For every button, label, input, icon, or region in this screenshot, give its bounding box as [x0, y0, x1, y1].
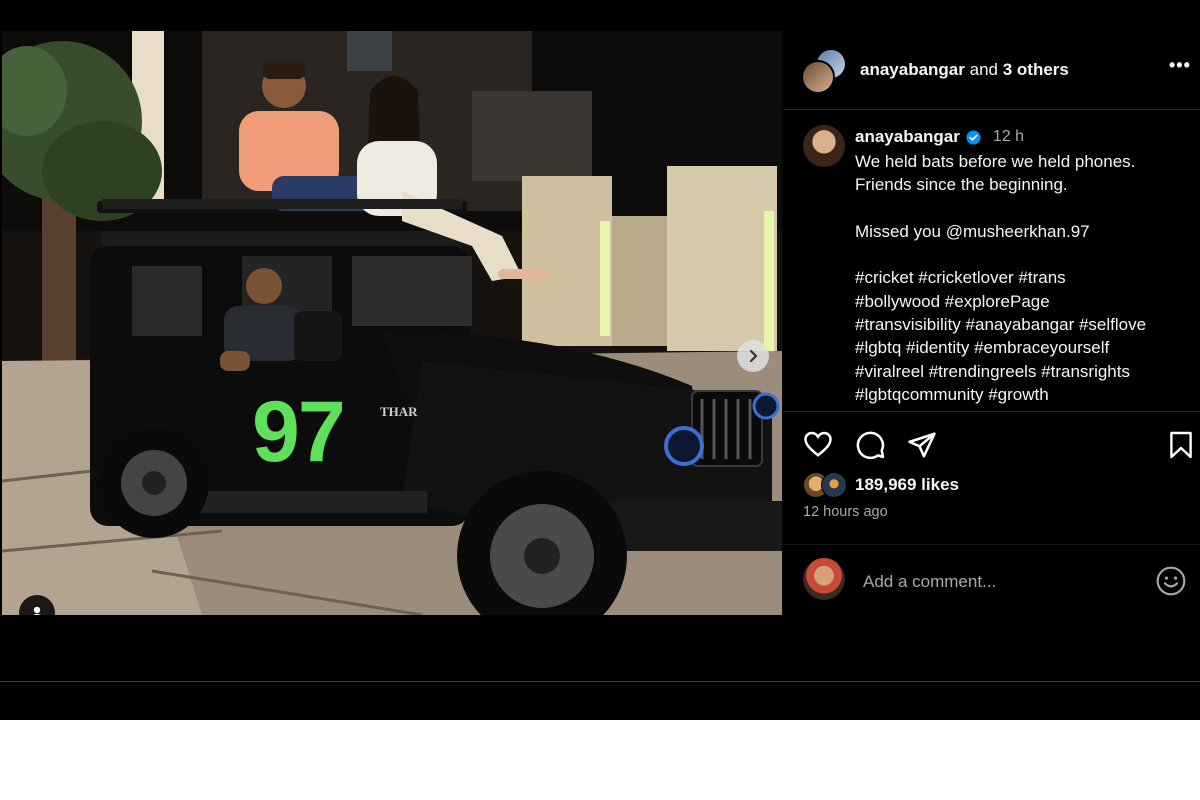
bookmark-icon[interactable] [1169, 430, 1193, 460]
caption-mention[interactable]: Missed you @musheerkhan.97 [855, 220, 1185, 243]
avatar[interactable] [801, 60, 835, 94]
next-arrow-icon [749, 349, 758, 363]
post-photo[interactable]: 97 THAR [2, 31, 782, 615]
caption-header: anayabangar 12 h [855, 127, 1024, 147]
and-text: and [969, 60, 998, 79]
likes-row[interactable]: 189,969 likes [803, 472, 959, 498]
author-username[interactable]: anayabangar [860, 60, 965, 79]
more-options-button[interactable]: ••• [1169, 56, 1193, 79]
post-modal: 97 THAR anayabangar and 3 others ••• ana… [0, 0, 1200, 720]
post-header: anayabangar and 3 others ••• [783, 31, 1200, 110]
post-actions: 189,969 likes 12 hours ago [783, 411, 1200, 616]
caption-text: We held bats before we held phones. Frie… [855, 150, 1185, 407]
caption-time: 12 h [992, 128, 1025, 145]
caption-section: anayabangar 12 h We held bats before we … [783, 110, 1200, 410]
caption-username[interactable]: anayabangar [855, 127, 960, 147]
user-tag-icon [33, 606, 41, 615]
others-link[interactable]: 3 others [1003, 60, 1069, 79]
comment-icon[interactable] [856, 430, 886, 460]
divider [0, 681, 1200, 682]
verified-icon [966, 129, 981, 145]
emoji-icon[interactable] [1155, 565, 1187, 597]
liker-avatars [803, 472, 847, 498]
hashtag-line[interactable]: #lgbtqcommunity #growth [855, 383, 1185, 406]
comment-input[interactable] [861, 567, 1145, 597]
more-icon: ••• [1169, 55, 1191, 75]
avatar[interactable] [803, 125, 845, 167]
comment-composer [783, 544, 1200, 617]
likes-count[interactable]: 189,969 likes [855, 475, 959, 495]
post-timestamp[interactable]: 12 hours ago [803, 504, 888, 520]
car-badge: THAR [380, 404, 418, 419]
avatar [803, 558, 845, 600]
hashtag-line[interactable]: #viralreel #trendingreels #transrights [855, 360, 1185, 383]
collab-avatars[interactable] [801, 48, 849, 94]
hashtag-line[interactable]: #cricket #cricketlover #trans [855, 266, 1185, 289]
next-photo-button[interactable] [737, 340, 769, 372]
post-authors[interactable]: anayabangar and 3 others [860, 60, 1069, 80]
avatar [821, 472, 847, 498]
hashtag-line[interactable]: #transvisibility #anayabangar #selflove [855, 313, 1185, 336]
caption-line: We held bats before we held phones. [855, 152, 1136, 171]
heart-icon[interactable] [803, 430, 833, 458]
photo-scene: 97 THAR [2, 31, 782, 615]
jersey-number: 97 [252, 384, 344, 480]
post-details-panel: anayabangar and 3 others ••• anayabangar… [783, 31, 1200, 615]
hashtag-line[interactable]: #lgbtq #identity #embraceyourself [855, 336, 1185, 359]
share-icon[interactable] [907, 431, 937, 459]
hashtag-line[interactable]: #bollywood #explorePage [855, 290, 1185, 313]
caption-line: Friends since the beginning. [855, 175, 1068, 195]
